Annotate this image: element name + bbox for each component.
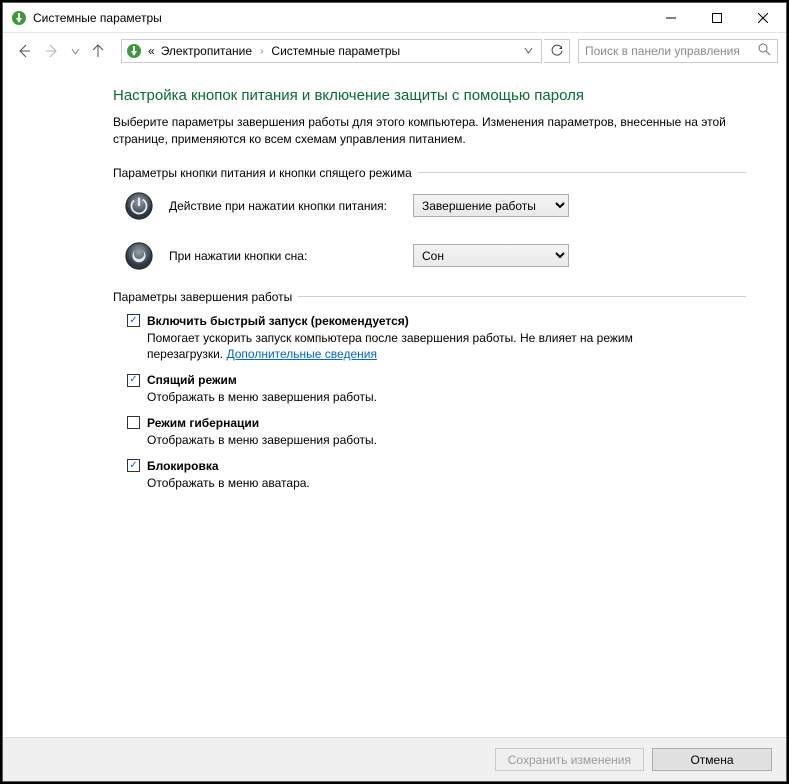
checkbox-description: Отображать в меню завершения работы. (147, 432, 707, 449)
page-heading: Настройка кнопок питания и включение защ… (113, 87, 746, 104)
group-shutdown-title: Параметры завершения работы (113, 290, 746, 304)
content-area: Настройка кнопок питания и включение защ… (3, 69, 786, 737)
sleep-icon (123, 240, 155, 272)
power-plan-icon (126, 43, 142, 59)
nav-up-button[interactable] (85, 38, 111, 64)
sleep-button-label: При нажатии кнопки сна: (169, 249, 399, 263)
checkbox-description: Отображать в меню аватара. (147, 475, 707, 492)
window: Системные параметры (2, 2, 787, 782)
breadcrumb-item-system-params[interactable]: Системные параметры (271, 44, 400, 58)
minimize-button[interactable] (648, 3, 694, 32)
checkbox-description: Отображать в меню завершения работы. (147, 389, 707, 406)
refresh-button[interactable] (544, 39, 570, 63)
group-power-buttons-title: Параметры кнопки питания и кнопки спящег… (113, 166, 746, 180)
intro-text: Выберите параметры завершения работы для… (113, 114, 733, 148)
checkbox-description: Помогает ускорить запуск компьютера посл… (147, 330, 707, 364)
power-button-action-select[interactable]: Завершение работы (413, 194, 569, 217)
checkbox-label: Блокировка (147, 459, 219, 473)
power-plan-icon (11, 10, 27, 26)
shutdown-option: ✓ Включить быстрый запуск (рекомендуется)… (127, 314, 746, 364)
save-button[interactable]: Сохранить изменения (495, 748, 644, 771)
breadcrumb-prefix: « (148, 44, 155, 58)
power-icon (123, 190, 155, 222)
group-power-buttons-title-text: Параметры кнопки питания и кнопки спящег… (113, 166, 412, 180)
checkbox[interactable]: ✓ (127, 374, 140, 387)
nav-forward-button[interactable] (39, 38, 65, 64)
search-icon[interactable] (758, 43, 771, 59)
shutdown-option: ✓ Блокировка Отображать в меню аватара. (127, 459, 746, 492)
cancel-button[interactable]: Отмена (652, 748, 772, 771)
navbar: « Электропитание › Системные параметры (3, 33, 786, 69)
shutdown-option: ✓ Спящий режим Отображать в меню завершени… (127, 373, 746, 406)
breadcrumb-item-power[interactable]: Электропитание (161, 44, 252, 58)
chevron-right-icon[interactable]: › (258, 46, 265, 57)
window-controls (648, 3, 786, 32)
titlebar: Системные параметры (3, 3, 786, 33)
search-input[interactable] (585, 44, 752, 58)
checkbox[interactable]: ✓ (127, 314, 140, 327)
checkbox[interactable]: ✓ (127, 459, 140, 472)
power-button-label: Действие при нажатии кнопки питания: (169, 199, 399, 213)
checkbox[interactable] (127, 416, 140, 429)
close-button[interactable] (740, 3, 786, 32)
window-title: Системные параметры (33, 11, 162, 25)
checkbox-label: Режим гибернации (147, 416, 259, 430)
group-shutdown-title-text: Параметры завершения работы (113, 290, 292, 304)
checkbox-label: Включить быстрый запуск (рекомендуется) (147, 314, 409, 328)
maximize-button[interactable] (694, 3, 740, 32)
power-button-action-row: Действие при нажатии кнопки питания: Зав… (123, 190, 746, 222)
footer: Сохранить изменения Отмена (3, 737, 786, 781)
checkbox-label: Спящий режим (147, 373, 237, 387)
address-dropdown-button[interactable] (518, 46, 539, 57)
sleep-button-action-row: При нажатии кнопки сна: Сон (123, 240, 746, 272)
nav-back-button[interactable] (11, 38, 37, 64)
search-box[interactable] (578, 39, 778, 63)
address-bar[interactable]: « Электропитание › Системные параметры (121, 39, 542, 63)
shutdown-options-list: ✓ Включить быстрый запуск (рекомендуется)… (113, 314, 746, 492)
sleep-button-action-select[interactable]: Сон (413, 244, 569, 267)
recent-locations-button[interactable] (67, 38, 83, 64)
shutdown-option: Режим гибернации Отображать в меню заверш… (127, 416, 746, 449)
learn-more-link[interactable]: Дополнительные сведения (226, 347, 376, 361)
